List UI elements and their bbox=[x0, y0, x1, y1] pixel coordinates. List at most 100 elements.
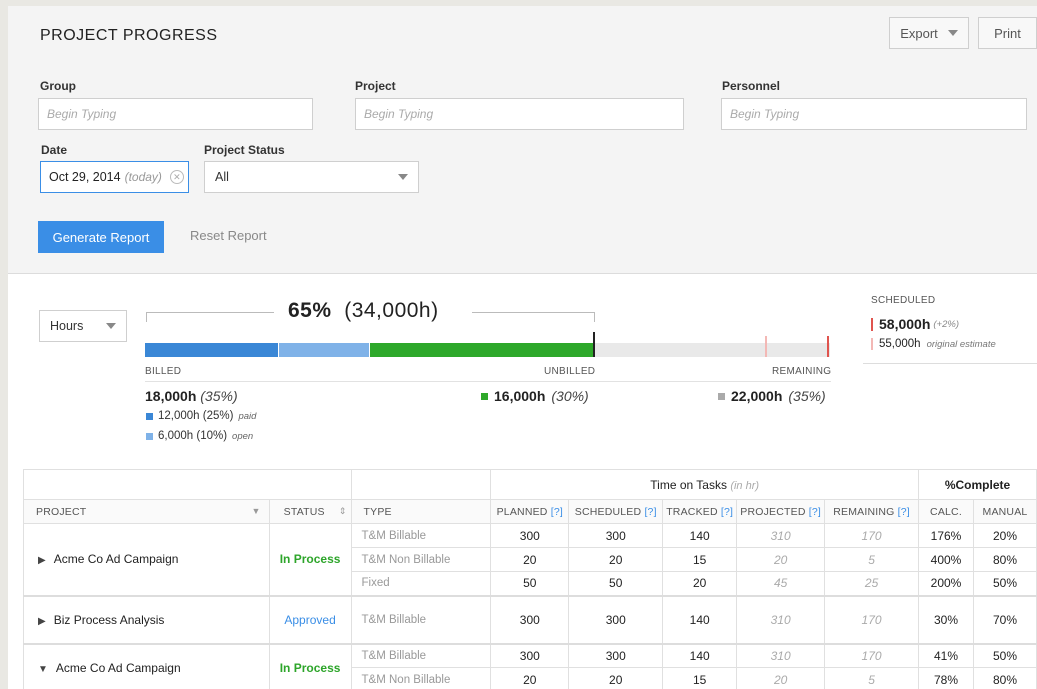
table-row: ▶ Acme Co Ad Campaign In Process T&M Bill… bbox=[23, 523, 1037, 596]
expand-icon[interactable]: ▶ bbox=[38, 555, 46, 566]
clear-date-icon[interactable]: ✕ bbox=[169, 170, 184, 184]
help-icon[interactable]: [?] bbox=[809, 506, 821, 518]
col-tracked-label: TRACKED bbox=[666, 505, 718, 518]
progress-marker bbox=[593, 332, 595, 357]
calc-cell: 176% bbox=[918, 523, 974, 548]
manual-cell: 20% bbox=[972, 523, 1037, 548]
sort-icon[interactable]: ⇕ bbox=[339, 506, 347, 517]
percent-hours: (34,000h) bbox=[344, 299, 439, 322]
filters-section: PROJECT PROGRESS Export Print Group Begi… bbox=[8, 6, 1037, 274]
print-button[interactable]: Print bbox=[978, 17, 1037, 49]
calc-cell: 200% bbox=[918, 571, 974, 596]
projected-cell: 310 bbox=[736, 523, 826, 548]
scheduled-cell: 300 bbox=[568, 594, 664, 644]
col-status-label: STATUS bbox=[283, 505, 325, 518]
col-planned: PLANNED [?] bbox=[490, 499, 570, 524]
planned-cell: 300 bbox=[490, 523, 570, 548]
paid-value: 12,000h (25%) bbox=[158, 410, 234, 422]
help-icon[interactable]: [?] bbox=[551, 506, 563, 518]
type-cell: T&M Billable bbox=[350, 642, 492, 668]
col-manual: MANUAL bbox=[972, 499, 1037, 524]
help-icon[interactable]: [?] bbox=[898, 506, 910, 518]
generate-report-button[interactable]: Generate Report bbox=[38, 221, 164, 253]
scheduled-box: SCHEDULED 58,000h (+2%) 55,000h original… bbox=[863, 292, 1037, 364]
collapse-icon[interactable]: ▼ bbox=[38, 664, 48, 675]
export-button[interactable]: Export bbox=[889, 17, 969, 49]
remaining-cell: 5 bbox=[824, 667, 920, 689]
remaining-total: 22,000h (35%) bbox=[718, 388, 826, 404]
col-projected-label: PROJECTED bbox=[740, 505, 806, 518]
help-icon[interactable]: [?] bbox=[644, 506, 656, 518]
reset-report-link[interactable]: Reset Report bbox=[190, 228, 267, 243]
billed-open-row: 6,000h (10%) open bbox=[146, 430, 253, 442]
date-input[interactable]: Oct 29, 2014 (today) ✕ bbox=[40, 161, 189, 193]
project-status-value: All bbox=[215, 170, 229, 184]
billed-total-value: 18,000h bbox=[145, 388, 197, 404]
unbilled-label: UNBILLED bbox=[544, 366, 596, 377]
type-cell: Fixed bbox=[350, 571, 492, 596]
personnel-input[interactable]: Begin Typing bbox=[721, 98, 1027, 130]
status-cell: In Process bbox=[268, 523, 352, 596]
col-scheduled: SCHEDULED [?] bbox=[568, 499, 664, 524]
status-badge: Approved bbox=[284, 612, 336, 627]
group-input[interactable]: Begin Typing bbox=[38, 98, 313, 130]
project-input[interactable]: Begin Typing bbox=[355, 98, 684, 130]
report-panel: PROJECT PROGRESS Export Print Group Begi… bbox=[8, 6, 1037, 689]
col-projected: PROJECTED [?] bbox=[736, 499, 826, 524]
chevron-down-icon bbox=[106, 323, 116, 329]
col-project[interactable]: PROJECT ▼ bbox=[23, 499, 270, 524]
planned-cell: 300 bbox=[490, 594, 570, 644]
unit-select[interactable]: Hours bbox=[39, 310, 127, 342]
time-on-tasks-label: Time on Tasks bbox=[650, 477, 727, 492]
divider bbox=[145, 381, 831, 382]
col-remaining-label: REMAINING bbox=[833, 505, 895, 518]
unbilled-total-value: 16,000h bbox=[494, 388, 546, 404]
status-badge: In Process bbox=[279, 660, 341, 675]
scheduled-bar-icon bbox=[871, 317, 873, 331]
planned-cell: 20 bbox=[490, 547, 570, 572]
estimate-value: 55,000h bbox=[879, 338, 921, 350]
projected-cell: 45 bbox=[736, 571, 826, 596]
help-icon[interactable]: [?] bbox=[721, 506, 733, 518]
project-name-cell[interactable]: ▶ Acme Co Ad Campaign bbox=[23, 523, 270, 596]
col-remaining: REMAINING [?] bbox=[824, 499, 920, 524]
billed-total: 18,000h (35%) bbox=[145, 388, 238, 404]
project-name-cell[interactable]: ▶ Biz Process Analysis bbox=[23, 594, 270, 644]
type-cell: T&M Non Billable bbox=[350, 667, 492, 689]
project-name: Acme Co Ad Campaign bbox=[53, 552, 179, 567]
expand-icon[interactable]: ▶ bbox=[38, 616, 46, 627]
col-planned-label: PLANNED bbox=[496, 505, 548, 518]
project-status-label: Project Status bbox=[204, 143, 285, 157]
manual-cell: 80% bbox=[972, 547, 1037, 572]
project-name: Biz Process Analysis bbox=[53, 612, 165, 627]
chevron-down-icon[interactable]: ▼ bbox=[252, 506, 261, 516]
projected-cell: 310 bbox=[736, 642, 826, 668]
col-status[interactable]: STATUS ⇕ bbox=[268, 499, 352, 524]
projected-cell: 310 bbox=[736, 594, 826, 644]
project-status-select[interactable]: All bbox=[204, 161, 419, 193]
remaining-cell: 170 bbox=[824, 523, 920, 548]
planned-cell: 300 bbox=[490, 642, 570, 668]
paid-label: paid bbox=[238, 410, 257, 422]
status-cell: Approved bbox=[268, 594, 352, 644]
paid-swatch-icon bbox=[146, 412, 153, 420]
billed-total-pct: (35%) bbox=[200, 388, 238, 404]
open-swatch-icon bbox=[146, 432, 153, 440]
remaining-cell: 170 bbox=[824, 594, 920, 644]
manual-cell: 50% bbox=[972, 642, 1037, 668]
manual-cell: 50% bbox=[972, 571, 1037, 596]
estimate-row: 55,000h original estimate bbox=[871, 338, 996, 350]
calc-cell: 30% bbox=[918, 594, 974, 644]
percent-complete-header: %Complete bbox=[918, 469, 1037, 500]
project-name-cell[interactable]: ▼ Acme Co Ad Campaign bbox=[23, 642, 270, 689]
projected-cell: 20 bbox=[736, 547, 826, 572]
scheduled-cell: 300 bbox=[568, 523, 664, 548]
billed-label: BILLED bbox=[145, 366, 182, 377]
scheduled-cell: 20 bbox=[568, 547, 664, 572]
time-on-tasks-header: Time on Tasks (in hr) bbox=[490, 469, 920, 500]
col-calc: CALC. bbox=[918, 499, 974, 524]
remaining-total-value: 22,000h bbox=[731, 388, 783, 404]
remaining-cell: 5 bbox=[824, 547, 920, 572]
remaining-cell: 170 bbox=[824, 642, 920, 668]
planned-cell: 20 bbox=[490, 667, 570, 689]
